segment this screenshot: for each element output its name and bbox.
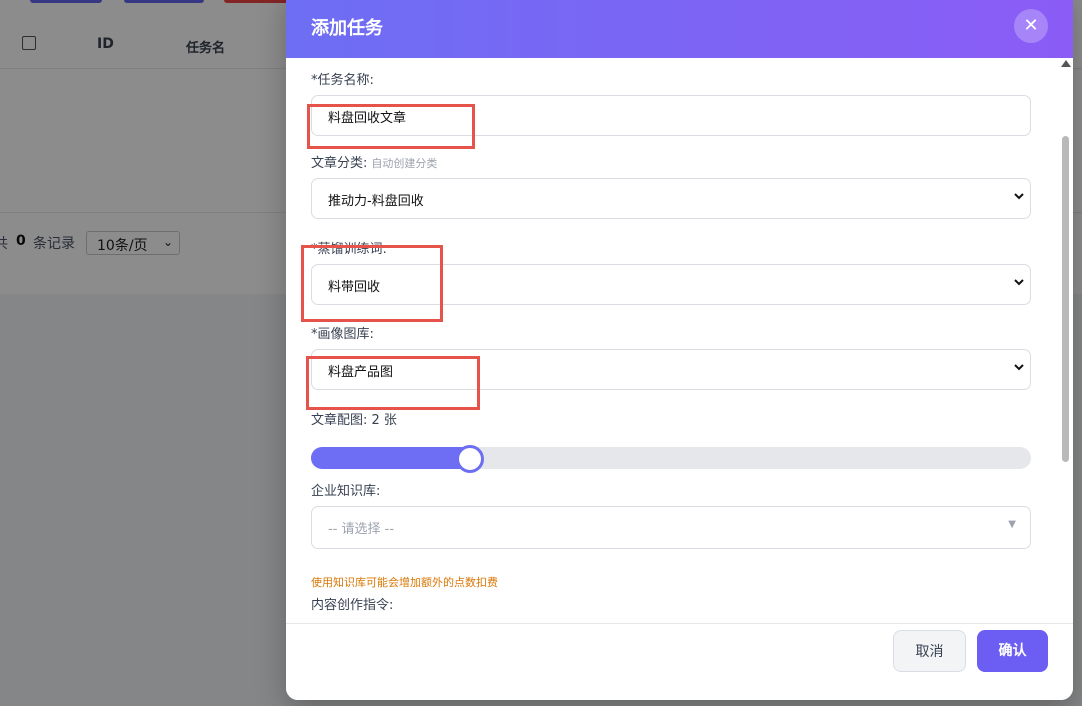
keyword-value: 料带回收	[328, 280, 381, 295]
task-name-value: 料盘回收文章	[328, 111, 407, 126]
modal-body: *任务名称: 料盘回收文章 文章分类: 自动创建分类 推动力-料盘回收 *蒸馏训练…	[286, 58, 1073, 623]
task-name-label: *任务名称:	[311, 73, 374, 88]
category-select[interactable]: 推动力-料盘回收	[311, 178, 1031, 219]
modal-header: 添加任务 ✕	[286, 0, 1073, 58]
scrollbar[interactable]	[1059, 58, 1073, 679]
chevron-down-icon	[1014, 279, 1024, 286]
keyword-label: *蒸馏训练词:	[311, 242, 387, 257]
scroll-up-icon[interactable]	[1061, 60, 1071, 67]
cancel-button[interactable]: 取消	[893, 630, 966, 672]
category-label: 文章分类: 自动创建分类	[311, 152, 437, 171]
modal-footer: 取消 确认	[286, 623, 1073, 700]
category-value: 推动力-料盘回收	[328, 194, 424, 209]
caret-down-icon: ▼	[1008, 519, 1016, 530]
keyword-select[interactable]: 料带回收	[311, 264, 1031, 305]
add-task-modal: 添加任务 ✕ *任务名称: 料盘回收文章 文章分类: 自动创建分类 推动力-料盘回…	[286, 0, 1073, 700]
chevron-down-icon	[1014, 193, 1024, 200]
category-label-text: 文章分类:	[311, 156, 368, 171]
slider-fill	[311, 447, 470, 469]
images-slider[interactable]	[311, 445, 1031, 473]
task-name-input[interactable]: 料盘回收文章	[311, 95, 1031, 136]
gallery-select[interactable]: 料盘产品图	[311, 349, 1031, 390]
gallery-value: 料盘产品图	[328, 365, 394, 380]
knowledge-warning: 使用知识库可能会增加额外的点数扣费	[311, 576, 498, 589]
slider-handle[interactable]	[456, 445, 485, 473]
category-hint: 自动创建分类	[371, 157, 438, 170]
gallery-label: *画像图库:	[311, 327, 374, 342]
close-icon: ✕	[1023, 15, 1039, 36]
chevron-down-icon	[1014, 364, 1024, 371]
confirm-button[interactable]: 确认	[977, 630, 1048, 672]
images-label: 文章配图: 2 张	[311, 413, 397, 428]
close-button[interactable]: ✕	[1014, 9, 1048, 43]
knowledge-placeholder: -- 请选择 --	[328, 522, 395, 537]
modal-title: 添加任务	[311, 18, 383, 39]
instruction-label: 内容创作指令:	[311, 598, 394, 613]
knowledge-select[interactable]: -- 请选择 -- ▼	[311, 506, 1031, 549]
knowledge-label: 企业知识库:	[311, 484, 381, 499]
scrollbar-thumb[interactable]	[1062, 136, 1069, 462]
